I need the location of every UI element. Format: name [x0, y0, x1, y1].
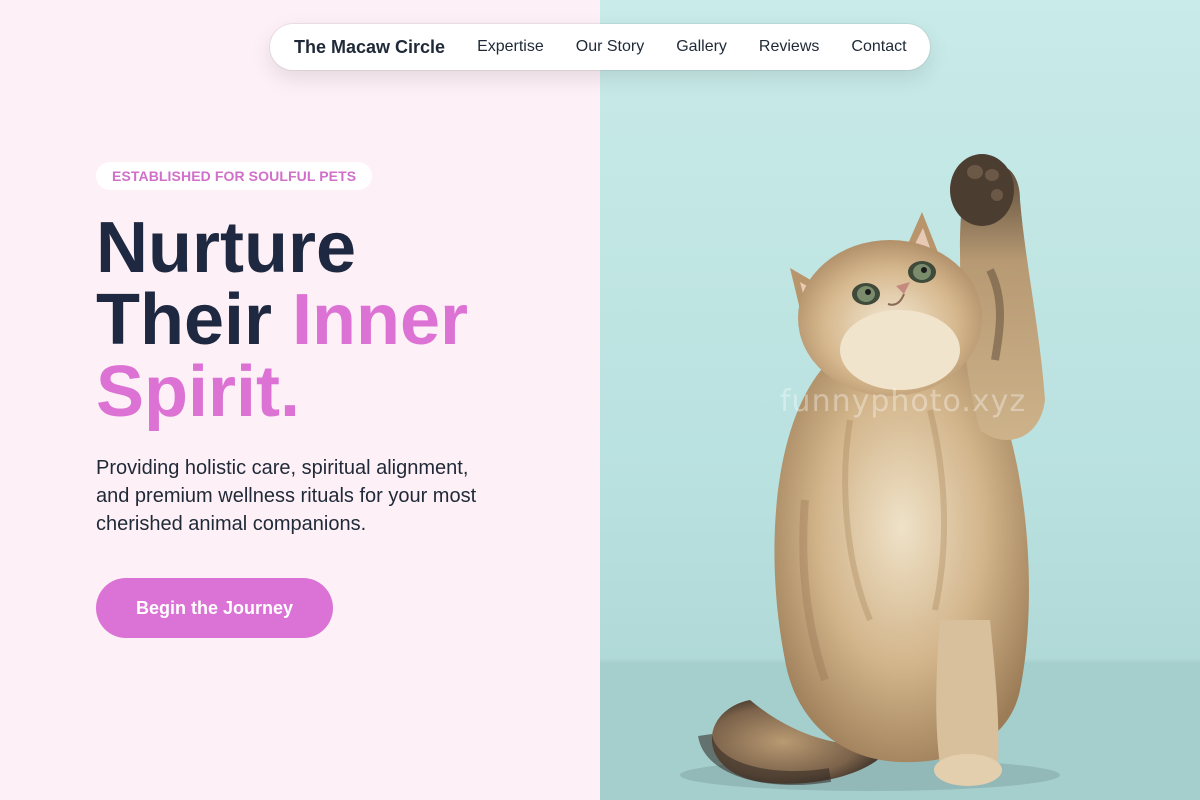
- headline-line-3-accent: Spirit.: [96, 352, 301, 432]
- top-navigation: The Macaw Circle Expertise Our Story Gal…: [270, 24, 930, 70]
- hero-description: Providing holistic care, spiritual align…: [96, 457, 477, 535]
- hero-image-panel: funnyphoto.xyz: [600, 0, 1200, 800]
- watermark-text: funnyphoto.xyz: [780, 384, 1027, 419]
- established-badge: ESTABLISHED FOR SOULFUL PETS: [96, 162, 373, 190]
- nav-link-contact[interactable]: Contact: [851, 38, 906, 56]
- brand-logo-text[interactable]: The Macaw Circle: [294, 37, 445, 58]
- kitten-front-leg: [934, 620, 1002, 786]
- headline-line-2-plain: Their: [96, 280, 293, 360]
- nav-link-expertise[interactable]: Expertise: [477, 38, 544, 56]
- begin-journey-button[interactable]: Begin the Journey: [96, 578, 333, 638]
- headline-line-1: Nurture: [96, 208, 357, 288]
- kitten-head: [790, 212, 982, 396]
- nav-link-reviews[interactable]: Reviews: [759, 38, 819, 56]
- nav-link-gallery[interactable]: Gallery: [676, 38, 727, 56]
- nav-link-our-story[interactable]: Our Story: [576, 38, 644, 56]
- hero-headline: Nurture Their Inner Spirit.: [96, 212, 468, 428]
- headline-line-2-accent: Inner: [292, 280, 469, 360]
